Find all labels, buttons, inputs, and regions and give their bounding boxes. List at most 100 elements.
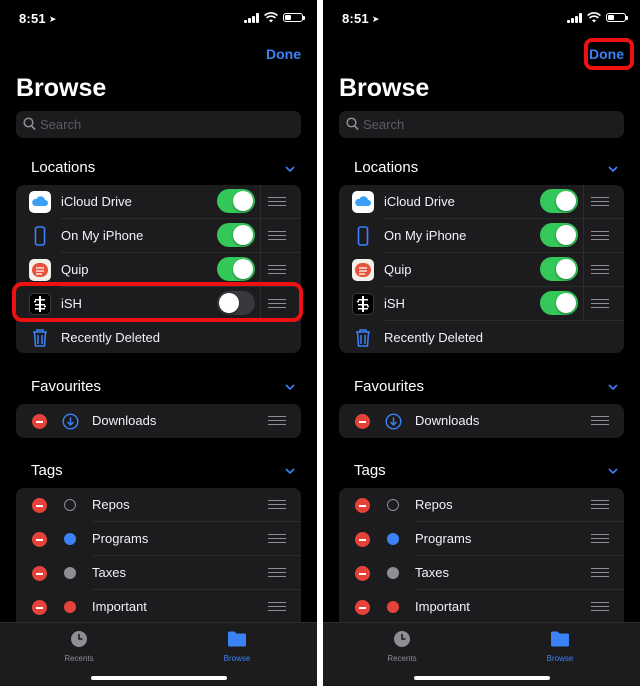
reorder-handle-icon[interactable] <box>268 231 286 241</box>
remove-icon[interactable] <box>32 600 47 615</box>
locations-list: iCloud Drive On My iPhone Quip iSH Recen… <box>16 185 301 353</box>
reorder-handle-icon[interactable] <box>591 568 609 578</box>
folder-icon <box>228 631 246 647</box>
favourites-header: Favourites <box>354 378 425 395</box>
phone-screen-left: 8:51 ➤ Done Browse Search Locations iClou… <box>0 0 317 686</box>
wifi-icon <box>264 12 278 23</box>
tag-color-dot <box>387 567 399 579</box>
location-row-quip[interactable]: Quip <box>339 253 624 287</box>
iphone-icon <box>352 225 374 247</box>
tags-list: Repos Programs Taxes Important <box>16 488 301 638</box>
download-icon <box>385 413 402 430</box>
location-row-ish[interactable]: iSH <box>339 287 624 321</box>
reorder-handle-icon[interactable] <box>591 231 609 241</box>
location-row-icloud-drive[interactable]: iCloud Drive <box>339 185 624 219</box>
status-time: 8:51 ➤ <box>342 11 380 26</box>
remove-icon[interactable] <box>32 532 47 547</box>
favourite-row-downloads[interactable]: Downloads <box>339 404 624 438</box>
tab-recents[interactable]: Recents <box>49 630 109 663</box>
location-toggle[interactable] <box>540 291 578 315</box>
remove-icon[interactable] <box>355 566 370 581</box>
done-button[interactable]: Done <box>589 46 624 62</box>
remove-icon[interactable] <box>32 498 47 513</box>
tab-label: Browse <box>223 654 251 663</box>
reorder-handle-icon[interactable] <box>591 265 609 275</box>
tag-row-repos[interactable]: Repos <box>16 488 301 522</box>
remove-icon[interactable] <box>355 532 370 547</box>
tab-label: Recents <box>64 654 94 663</box>
search-icon <box>346 117 359 131</box>
tag-label: Repos <box>415 497 453 512</box>
tag-row-repos[interactable]: Repos <box>339 488 624 522</box>
search-placeholder: Search <box>363 117 405 132</box>
location-toggle[interactable] <box>540 223 578 247</box>
reorder-handle-icon[interactable] <box>591 534 609 544</box>
tab-label: Recents <box>387 654 417 663</box>
location-row-on-my-iphone[interactable]: On My iPhone <box>16 219 301 253</box>
location-row-on-my-iphone[interactable]: On My iPhone <box>339 219 624 253</box>
reorder-handle-icon[interactable] <box>591 500 609 510</box>
page-title: Browse <box>16 74 107 102</box>
search-field[interactable]: Search <box>339 111 624 138</box>
reorder-handle-icon[interactable] <box>268 602 286 612</box>
clock-icon <box>71 631 87 647</box>
reorder-handle-icon[interactable] <box>268 416 286 426</box>
tag-row-programs[interactable]: Programs <box>16 522 301 556</box>
chevron-down-icon[interactable] <box>608 384 618 390</box>
location-toggle[interactable] <box>540 189 578 213</box>
quip-icon <box>29 259 51 281</box>
reorder-handle-icon[interactable] <box>268 197 286 207</box>
location-toggle[interactable] <box>217 189 255 213</box>
tag-row-programs[interactable]: Programs <box>339 522 624 556</box>
location-row-recently-deleted[interactable]: Recently Deleted <box>16 321 301 353</box>
download-icon <box>62 413 79 430</box>
tag-row-important[interactable]: Important <box>339 590 624 624</box>
reorder-handle-icon[interactable] <box>591 299 609 309</box>
remove-icon[interactable] <box>32 566 47 581</box>
remove-icon[interactable] <box>32 414 47 429</box>
location-toggle[interactable] <box>217 257 255 281</box>
tab-bar: Recents Browse <box>0 622 317 686</box>
reorder-handle-icon[interactable] <box>268 265 286 275</box>
remove-icon[interactable] <box>355 498 370 513</box>
location-label: iSH <box>384 296 405 311</box>
location-label: Recently Deleted <box>384 330 483 345</box>
done-button[interactable]: Done <box>266 46 301 62</box>
tag-label: Taxes <box>415 565 449 580</box>
chevron-down-icon[interactable] <box>285 166 295 172</box>
battery-icon <box>283 13 305 22</box>
chevron-down-icon[interactable] <box>608 166 618 172</box>
tab-browse[interactable]: Browse <box>530 630 590 663</box>
reorder-handle-icon[interactable] <box>591 197 609 207</box>
remove-icon[interactable] <box>355 600 370 615</box>
remove-icon[interactable] <box>355 414 370 429</box>
tag-row-taxes[interactable]: Taxes <box>339 556 624 590</box>
search-field[interactable]: Search <box>16 111 301 138</box>
clock-icon <box>394 631 410 647</box>
chevron-down-icon[interactable] <box>608 468 618 474</box>
chevron-down-icon[interactable] <box>285 468 295 474</box>
ish-icon <box>352 293 374 315</box>
chevron-down-icon[interactable] <box>285 384 295 390</box>
reorder-handle-icon[interactable] <box>591 602 609 612</box>
tag-row-taxes[interactable]: Taxes <box>16 556 301 590</box>
favourites-list: Downloads <box>339 404 624 438</box>
reorder-handle-icon[interactable] <box>591 416 609 426</box>
favourite-row-downloads[interactable]: Downloads <box>16 404 301 438</box>
tab-browse[interactable]: Browse <box>207 630 267 663</box>
reorder-handle-icon[interactable] <box>268 568 286 578</box>
locations-header: Locations <box>354 159 419 176</box>
tab-recents[interactable]: Recents <box>372 630 432 663</box>
location-row-recently-deleted[interactable]: Recently Deleted <box>339 321 624 353</box>
favourite-label: Downloads <box>415 413 480 428</box>
location-row-icloud-drive[interactable]: iCloud Drive <box>16 185 301 219</box>
quip-icon <box>352 259 374 281</box>
tag-label: Programs <box>415 531 472 546</box>
location-label: On My iPhone <box>61 228 144 243</box>
location-toggle[interactable] <box>217 223 255 247</box>
tag-row-important[interactable]: Important <box>16 590 301 624</box>
reorder-handle-icon[interactable] <box>268 534 286 544</box>
location-toggle[interactable] <box>540 257 578 281</box>
tag-color-dot <box>64 533 76 545</box>
reorder-handle-icon[interactable] <box>268 500 286 510</box>
